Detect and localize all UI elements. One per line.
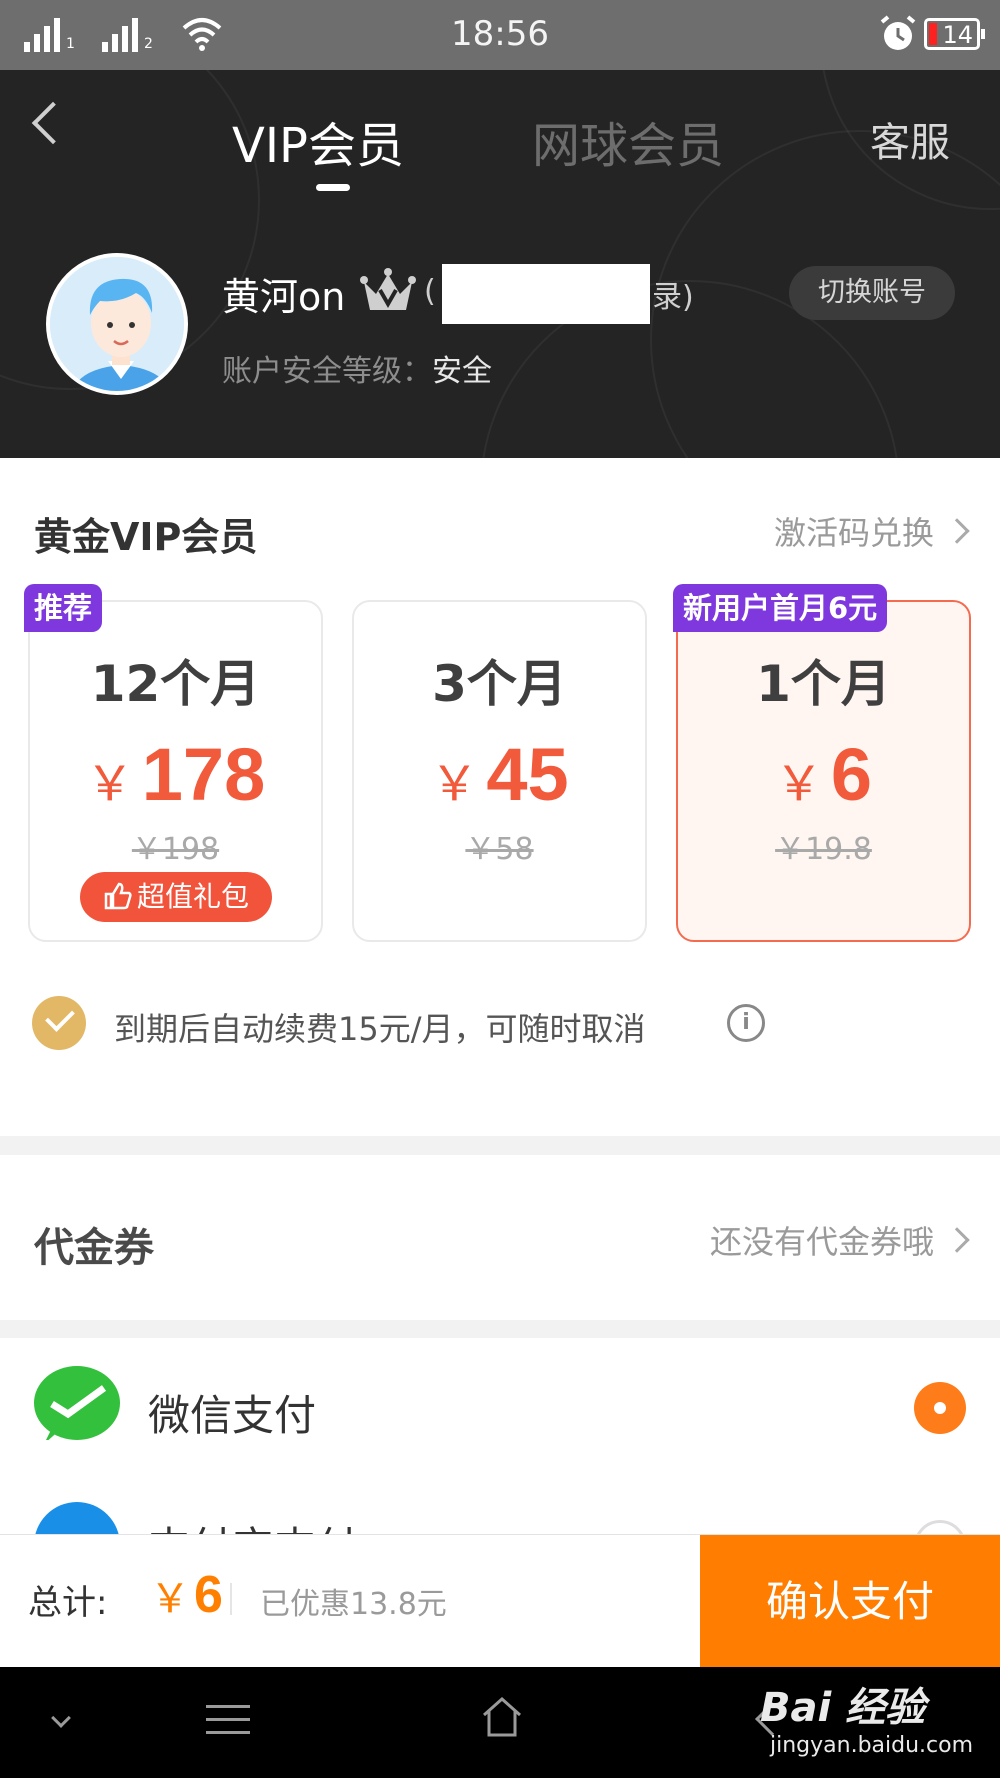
customer-service-button[interactable]: 客服 [870,110,950,168]
voucher-label: 代金券 [34,1225,154,1271]
divider [230,1583,232,1615]
tab-tennis[interactable]: 网球会员 [532,106,724,176]
new-user-tag: 新用户首月6元 [673,584,888,632]
clock: 18:56 [451,14,549,54]
plan-duration: 1个月 [756,655,891,713]
tab-vip[interactable]: VIP会员 [232,106,404,176]
plan-price: ￥ 178 [30,732,321,817]
wechat-pay-icon [34,1366,120,1444]
plan-original-price: ￥58 [465,832,534,867]
plan-price: ￥ 6 [678,732,969,817]
menu-icon[interactable] [206,1705,250,1744]
total-value: 6 [194,1566,223,1624]
total-label: 总计: [28,1583,108,1623]
vip-crown-icon [360,268,416,310]
plan-price-value: 6 [830,733,873,816]
gift-badge[interactable]: 超值礼包 [80,872,272,922]
confirm-pay-button[interactable]: 确认支付 [700,1535,1000,1668]
payment-option-wechat[interactable]: 微信支付 [0,1338,1000,1488]
plan-card-12m[interactable]: 12个月 ￥ 178 ￥198 超值礼包 [28,600,323,942]
system-nav-bar: Bai 经验 jingyan.baidu.com [0,1667,1000,1778]
plan-card-3m[interactable]: 3个月 ￥ 45 ￥58 [352,600,647,942]
username: 黄河on [222,275,346,319]
redeem-code-link[interactable]: 激活码兑换 [773,508,970,554]
currency-symbol: ￥ [430,756,479,812]
chevron-right-icon [944,518,970,544]
plan-price-value: 45 [486,733,569,816]
home-icon[interactable] [480,1695,524,1739]
redeem-label: 激活码兑换 [773,514,934,552]
watermark: Bai 经验 jingyan.baidu.com [760,1675,973,1758]
switch-account-button[interactable]: 切换账号 [789,266,955,320]
header: VIP会员 网球会员 客服 黄河on ( 录) 切换账号 账户安全等级：安全 [0,70,1000,458]
currency-symbol: ￥ [774,756,823,812]
tab-indicator [316,184,350,191]
checkout-bar: 总计: ￥6 已优惠13.8元 确认支付 [0,1534,1000,1668]
login-suffix: 录) [652,280,694,315]
plan-price-value: 178 [141,733,266,816]
avatar[interactable] [46,253,188,395]
check-mark [44,1385,107,1444]
plan-price: ￥ 45 [354,732,645,817]
voucher-value: 还没有代金券哦 [709,1217,970,1263]
status-bar: 1 2 18:56 14 [0,0,1000,70]
plan-original-price: ￥19.8 [775,832,872,867]
security-level: 账户安全等级：安全 [222,346,492,390]
redacted-block [442,264,650,324]
currency-symbol: ￥ [150,1576,190,1622]
battery-icon: 14 [924,18,985,50]
discount-text: 已优惠13.8元 [260,1587,447,1622]
info-icon[interactable]: i [727,1004,765,1042]
radio-selected[interactable] [914,1382,966,1434]
alarm-icon [880,15,916,50]
plan-original-price: ￥198 [131,832,220,867]
currency-symbol: ￥ [85,756,134,812]
watermark-url: jingyan.baidu.com [770,1733,974,1758]
total-amount: ￥6 [150,1565,223,1625]
auto-renew-text: 到期后自动续费15元/月，可随时取消 [114,1010,646,1048]
recommend-tag: 推荐 [24,584,103,632]
payment-methods: 微信支付 支付宝支付 [0,1338,1000,1538]
chevron-right-icon [944,1227,970,1253]
login-paren-open: ( [424,274,436,309]
voucher-row[interactable]: 代金券 还没有代金券哦 [0,1155,1000,1320]
plan-duration: 3个月 [432,655,567,713]
avatar-illustration [50,257,184,391]
plans-title: 黄金VIP会员 [34,515,258,559]
security-value: 安全 [432,354,492,389]
plan-card-1m[interactable]: 1个月 ￥ 6 ￥19.8 [676,600,971,942]
thumbs-up-icon [104,882,132,910]
voucher-text: 还没有代金券哦 [709,1223,934,1261]
alipay-icon [34,1502,120,1538]
gift-label: 超值礼包 [136,880,249,913]
check-icon[interactable] [32,996,86,1050]
plans-card: 黄金VIP会员 激活码兑换 12个月 ￥ 178 ￥198 超值礼包 推荐 3个月… [0,458,1000,1136]
watermark-brand: Bai 经验 [760,1685,926,1731]
security-label: 账户安全等级： [222,354,432,389]
payment-label: 微信支付 [148,1391,317,1440]
battery-level: 14 [942,21,973,49]
plan-duration: 12个月 [90,655,261,713]
chevron-down-icon[interactable] [51,1708,71,1728]
